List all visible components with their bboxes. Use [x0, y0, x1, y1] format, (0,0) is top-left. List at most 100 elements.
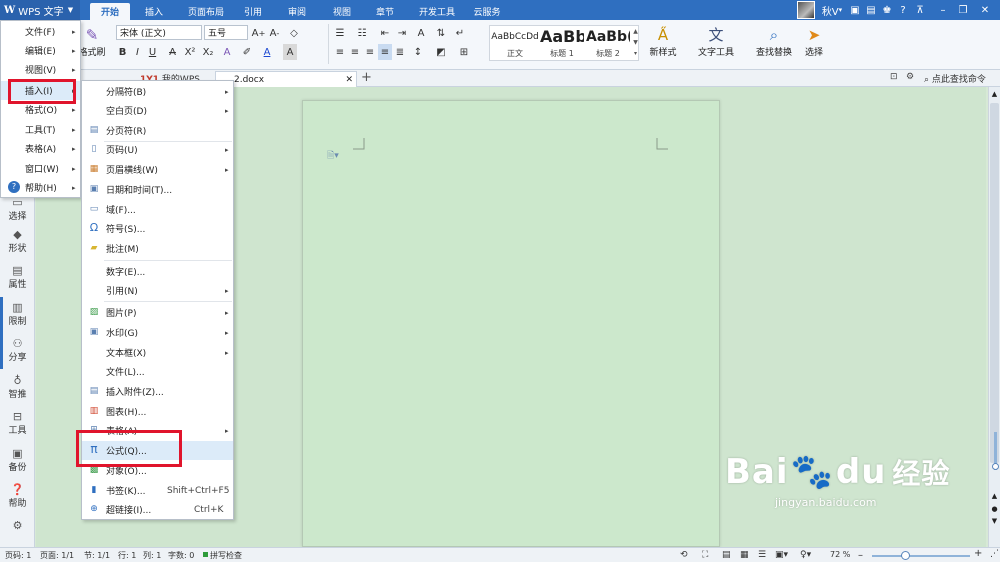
- tab-page-layout[interactable]: 页面布局: [178, 3, 234, 20]
- select-browse-icon[interactable]: ●: [990, 505, 999, 513]
- insert-item-chart[interactable]: ▥ 图表(H)...: [82, 402, 233, 421]
- borders-icon[interactable]: ⊞: [457, 44, 471, 60]
- font-name-select[interactable]: 宋体 (正文): [116, 25, 202, 40]
- app-menu-view[interactable]: 视图(V) ▸: [1, 60, 80, 79]
- style-heading1[interactable]: AaBb 标题 1: [540, 26, 584, 60]
- insert-item-picture[interactable]: ▨ 图片(P) ▸: [82, 303, 233, 322]
- leftbar-properties[interactable]: ▤ 属性: [0, 264, 35, 290]
- tab-chapter[interactable]: 章节: [368, 3, 402, 20]
- read-view-icon[interactable]: ▣▾: [775, 550, 788, 560]
- document-page[interactable]: [302, 100, 720, 547]
- distribute-icon[interactable]: ≣: [393, 44, 407, 60]
- skin-icon[interactable]: ▣: [848, 2, 862, 18]
- insert-item-page-number[interactable]: ▯ 页码(U) ▸: [82, 140, 233, 159]
- doc-assist-icon[interactable]: ⊡: [890, 72, 898, 82]
- find-replace-button[interactable]: ⌕ 查找替换: [751, 25, 797, 61]
- font-size-select[interactable]: 五号: [204, 25, 248, 40]
- insert-item-watermark[interactable]: ▣ 水印(G) ▸: [82, 323, 233, 342]
- fullscreen-icon[interactable]: ⛶: [702, 550, 708, 560]
- app-menu-window[interactable]: 窗口(W) ▸: [1, 159, 80, 178]
- history-icon[interactable]: ⟲: [680, 550, 688, 560]
- insert-item-blank-page[interactable]: 空白页(D) ▸: [82, 101, 233, 120]
- insert-item-attachment[interactable]: ▤ 插入附件(Z)...: [82, 382, 233, 401]
- app-menu-tools[interactable]: 工具(T) ▸: [1, 120, 80, 139]
- outline-view-icon[interactable]: ☰: [758, 550, 766, 560]
- shirt-icon[interactable]: ♚: [880, 2, 894, 18]
- underline-icon[interactable]: U: [146, 44, 159, 60]
- prev-page-icon[interactable]: ▲: [990, 492, 999, 500]
- app-menu-button[interactable]: W WPS 文字 ▼: [0, 0, 80, 20]
- leftbar-shape[interactable]: ◆ 形状: [0, 228, 35, 254]
- shading-icon[interactable]: ◩: [434, 44, 448, 60]
- status-spell-check[interactable]: 拼写检查: [210, 550, 242, 561]
- tab-home[interactable]: 开始: [90, 3, 130, 20]
- select-button[interactable]: ➤ 选择: [799, 25, 829, 61]
- zoom-slider[interactable]: [872, 555, 970, 557]
- insert-item-bookmark[interactable]: ▮ 书签(K)... Shift+Ctrl+F5: [82, 481, 233, 500]
- command-search[interactable]: ⌕ 点此查找命令: [924, 72, 986, 85]
- text-effect-icon[interactable]: A: [220, 44, 234, 60]
- sort-icon[interactable]: ⇅: [434, 25, 448, 41]
- font-color-icon[interactable]: A: [260, 44, 274, 60]
- insert-item-field[interactable]: ▭ 域(F)...: [82, 200, 233, 219]
- char-shading-icon[interactable]: A: [283, 44, 297, 60]
- insert-item-file[interactable]: 文件(L)...: [82, 362, 233, 381]
- align-left-icon[interactable]: ≡: [333, 44, 347, 60]
- insert-item-number[interactable]: 数字(E)...: [82, 262, 233, 281]
- insert-item-date-time[interactable]: ▣ 日期和时间(T)...: [82, 180, 233, 199]
- leftbar-settings[interactable]: ⚙: [0, 519, 35, 532]
- new-style-button[interactable]: A̋ 新样式: [643, 25, 683, 61]
- insert-item-reference[interactable]: 引用(N) ▸: [82, 281, 233, 300]
- leftbar-smart-push[interactable]: ♁ 智推: [0, 374, 35, 400]
- leftbar-backup[interactable]: ▣ 备份: [0, 447, 35, 473]
- bullets-icon[interactable]: ☰: [333, 25, 347, 41]
- leftbar-help[interactable]: ❓ 帮助: [0, 483, 35, 509]
- close-icon[interactable]: ✕: [976, 2, 994, 18]
- strikethrough-icon[interactable]: A: [166, 44, 179, 60]
- zoom-in-icon[interactable]: +: [974, 548, 982, 559]
- zoom-slider-knob[interactable]: [901, 551, 910, 560]
- scroll-up-icon[interactable]: ▲: [990, 90, 999, 98]
- insert-item-hyperlink[interactable]: ⊕ 超链接(I)... Ctrl+K: [82, 500, 233, 519]
- indent-icon[interactable]: ⇥: [395, 25, 409, 41]
- minimize-icon[interactable]: –: [935, 2, 951, 18]
- avatar[interactable]: [797, 1, 815, 19]
- tab-document[interactable]: 2.docx ✕: [215, 71, 357, 87]
- grow-font-icon[interactable]: A +: [252, 25, 266, 41]
- leftbar-tools[interactable]: ⊟ 工具: [0, 410, 35, 436]
- insert-item-textbox[interactable]: 文本框(X) ▸: [82, 343, 233, 362]
- style-heading2[interactable]: AaBb( 标题 2: [586, 26, 630, 60]
- restore-ribbon-icon[interactable]: ⊼: [912, 2, 928, 18]
- scroll-thumb[interactable]: [990, 103, 999, 463]
- paste-options-icon[interactable]: 🗎▾: [327, 148, 339, 164]
- style-normal[interactable]: AaBbCcDd 正文: [491, 26, 539, 60]
- eye-protect-icon[interactable]: ♀▾: [800, 550, 811, 560]
- insert-item-page-break[interactable]: ▤ 分页符(R): [82, 121, 233, 140]
- clear-format-icon[interactable]: ◇: [287, 25, 301, 41]
- app-menu-help[interactable]: ? 帮助(H) ▸: [1, 178, 80, 197]
- line-spacing-icon[interactable]: ↕: [411, 44, 425, 60]
- italic-icon[interactable]: I: [131, 44, 144, 60]
- shrink-font-icon[interactable]: A-: [268, 25, 281, 41]
- vertical-scrollbar[interactable]: ▲ ▲ ● ▼: [988, 87, 1000, 547]
- align-center-icon[interactable]: ≡: [348, 44, 362, 60]
- show-marks-icon[interactable]: ↵: [453, 25, 467, 41]
- insert-item-comment[interactable]: ▰ 批注(M): [82, 239, 233, 258]
- user-name[interactable]: 秋V ▾: [818, 2, 846, 18]
- align-right-icon[interactable]: ≡: [363, 44, 377, 60]
- tab-developer[interactable]: 开发工具: [413, 3, 461, 20]
- style-gallery-scroll[interactable]: ▲ ▼ ▾: [632, 26, 639, 60]
- next-page-icon[interactable]: ▼: [990, 517, 999, 525]
- tab-review[interactable]: 审阅: [280, 3, 314, 20]
- zoom-level[interactable]: 72 %: [830, 550, 850, 559]
- app-menu-table[interactable]: 表格(A) ▸: [1, 139, 80, 158]
- subscript-icon[interactable]: X₂: [201, 44, 215, 60]
- insert-item-separator[interactable]: 分隔符(B) ▸: [82, 82, 233, 101]
- tab-insert[interactable]: 插入: [137, 3, 171, 20]
- leftbar-select[interactable]: ▭ 选择: [0, 196, 35, 222]
- tab-cloud[interactable]: 云服务: [468, 3, 506, 20]
- outdent-icon[interactable]: ⇤: [378, 25, 392, 41]
- web-view-icon[interactable]: ▦: [740, 550, 749, 560]
- zoom-out-icon[interactable]: –: [858, 550, 863, 561]
- app-menu-file[interactable]: 文件(F) ▸: [1, 22, 80, 41]
